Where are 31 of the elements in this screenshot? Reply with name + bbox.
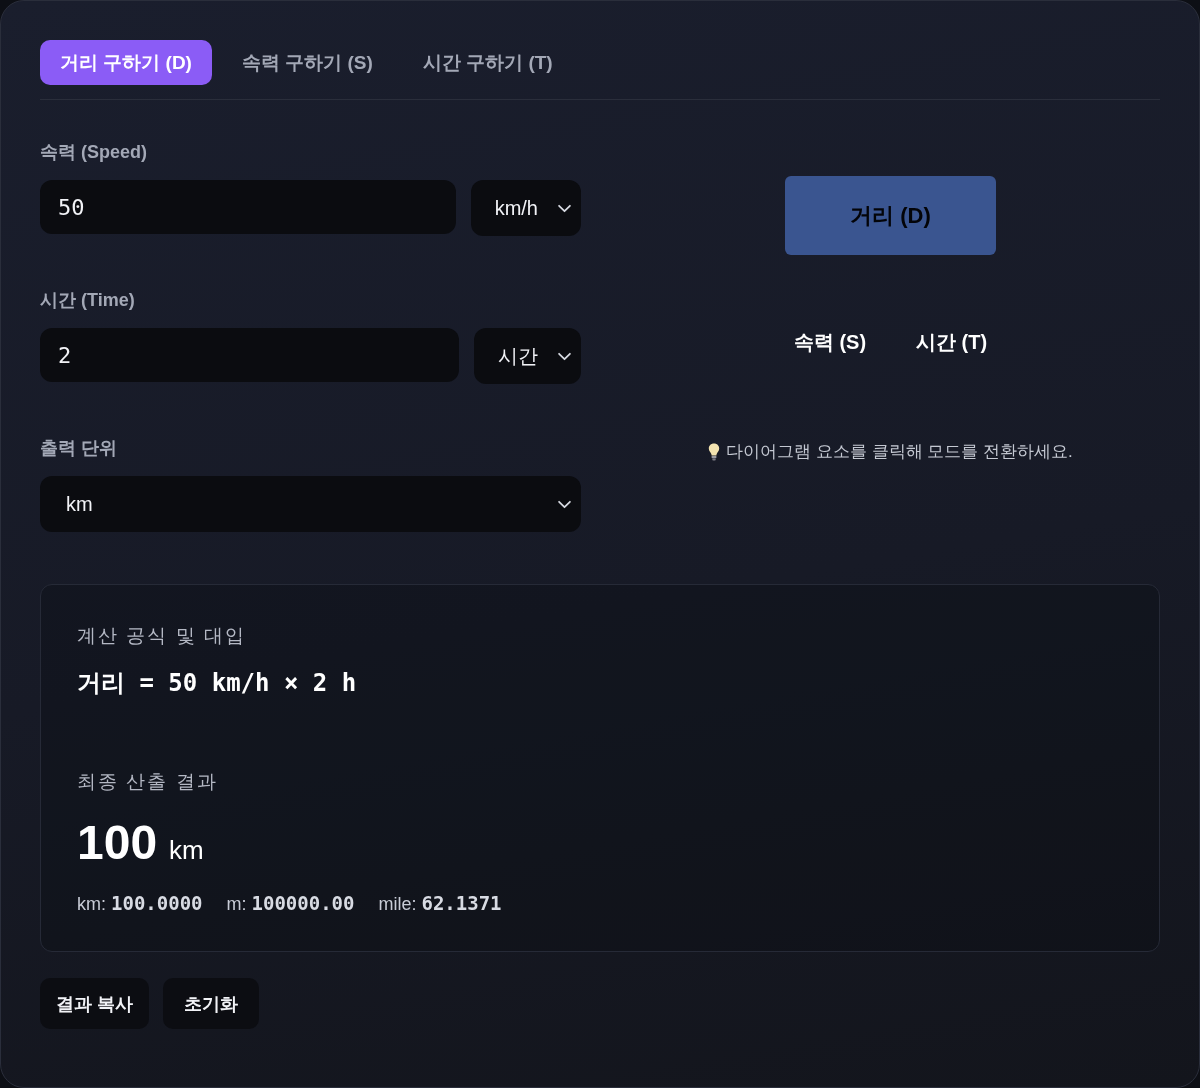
- chevron-down-icon: [558, 499, 571, 509]
- action-button[interactable]: 결과 복사: [40, 978, 149, 1029]
- unit-select[interactable]: km: [40, 476, 581, 532]
- conversion-label: m:: [226, 894, 247, 915]
- mode-tab[interactable]: 거리 구하기 (D): [40, 40, 212, 85]
- mode-tab[interactable]: 속력 구하기 (S): [221, 40, 393, 85]
- chevron-down-icon: [558, 203, 571, 213]
- unit-select[interactable]: 시간: [474, 328, 581, 384]
- action-button[interactable]: 초기화: [163, 978, 259, 1029]
- formula-text: 거리 = 50 km/h × 2 h: [77, 668, 358, 699]
- unit-select[interactable]: km/h: [470, 180, 581, 236]
- diagram-node[interactable]: 속력 (S): [781, 321, 879, 364]
- formula-label: 계산 공식 및 대입: [77, 624, 247, 648]
- field-label: 출력 단위: [40, 437, 118, 460]
- chevron-down-icon: [558, 351, 571, 361]
- number-input[interactable]: 2: [40, 328, 459, 382]
- field-label: 속력 (Speed): [40, 141, 148, 164]
- hint-text: 다이어그램 요소를 클릭해 모드를 전환하세요.: [726, 441, 1073, 463]
- mode-tab[interactable]: 시간 구하기 (T): [402, 40, 573, 85]
- field-label: 시간 (Time): [40, 289, 136, 312]
- conversion-value: 100.0000: [111, 892, 203, 914]
- conversion-value: 62.1371: [421, 892, 502, 914]
- diagram-node[interactable]: 시간 (T): [904, 321, 1000, 364]
- lightbulb-icon: [708, 442, 721, 461]
- result-label: 최종 산출 결과: [77, 770, 219, 794]
- conversion-label: mile:: [378, 894, 417, 915]
- number-input[interactable]: 50: [40, 180, 456, 234]
- conversion-label: km:: [77, 894, 106, 915]
- conversion-value: 100000.00: [251, 892, 355, 914]
- result-unit: km: [169, 835, 204, 866]
- result-value: 100: [77, 815, 158, 870]
